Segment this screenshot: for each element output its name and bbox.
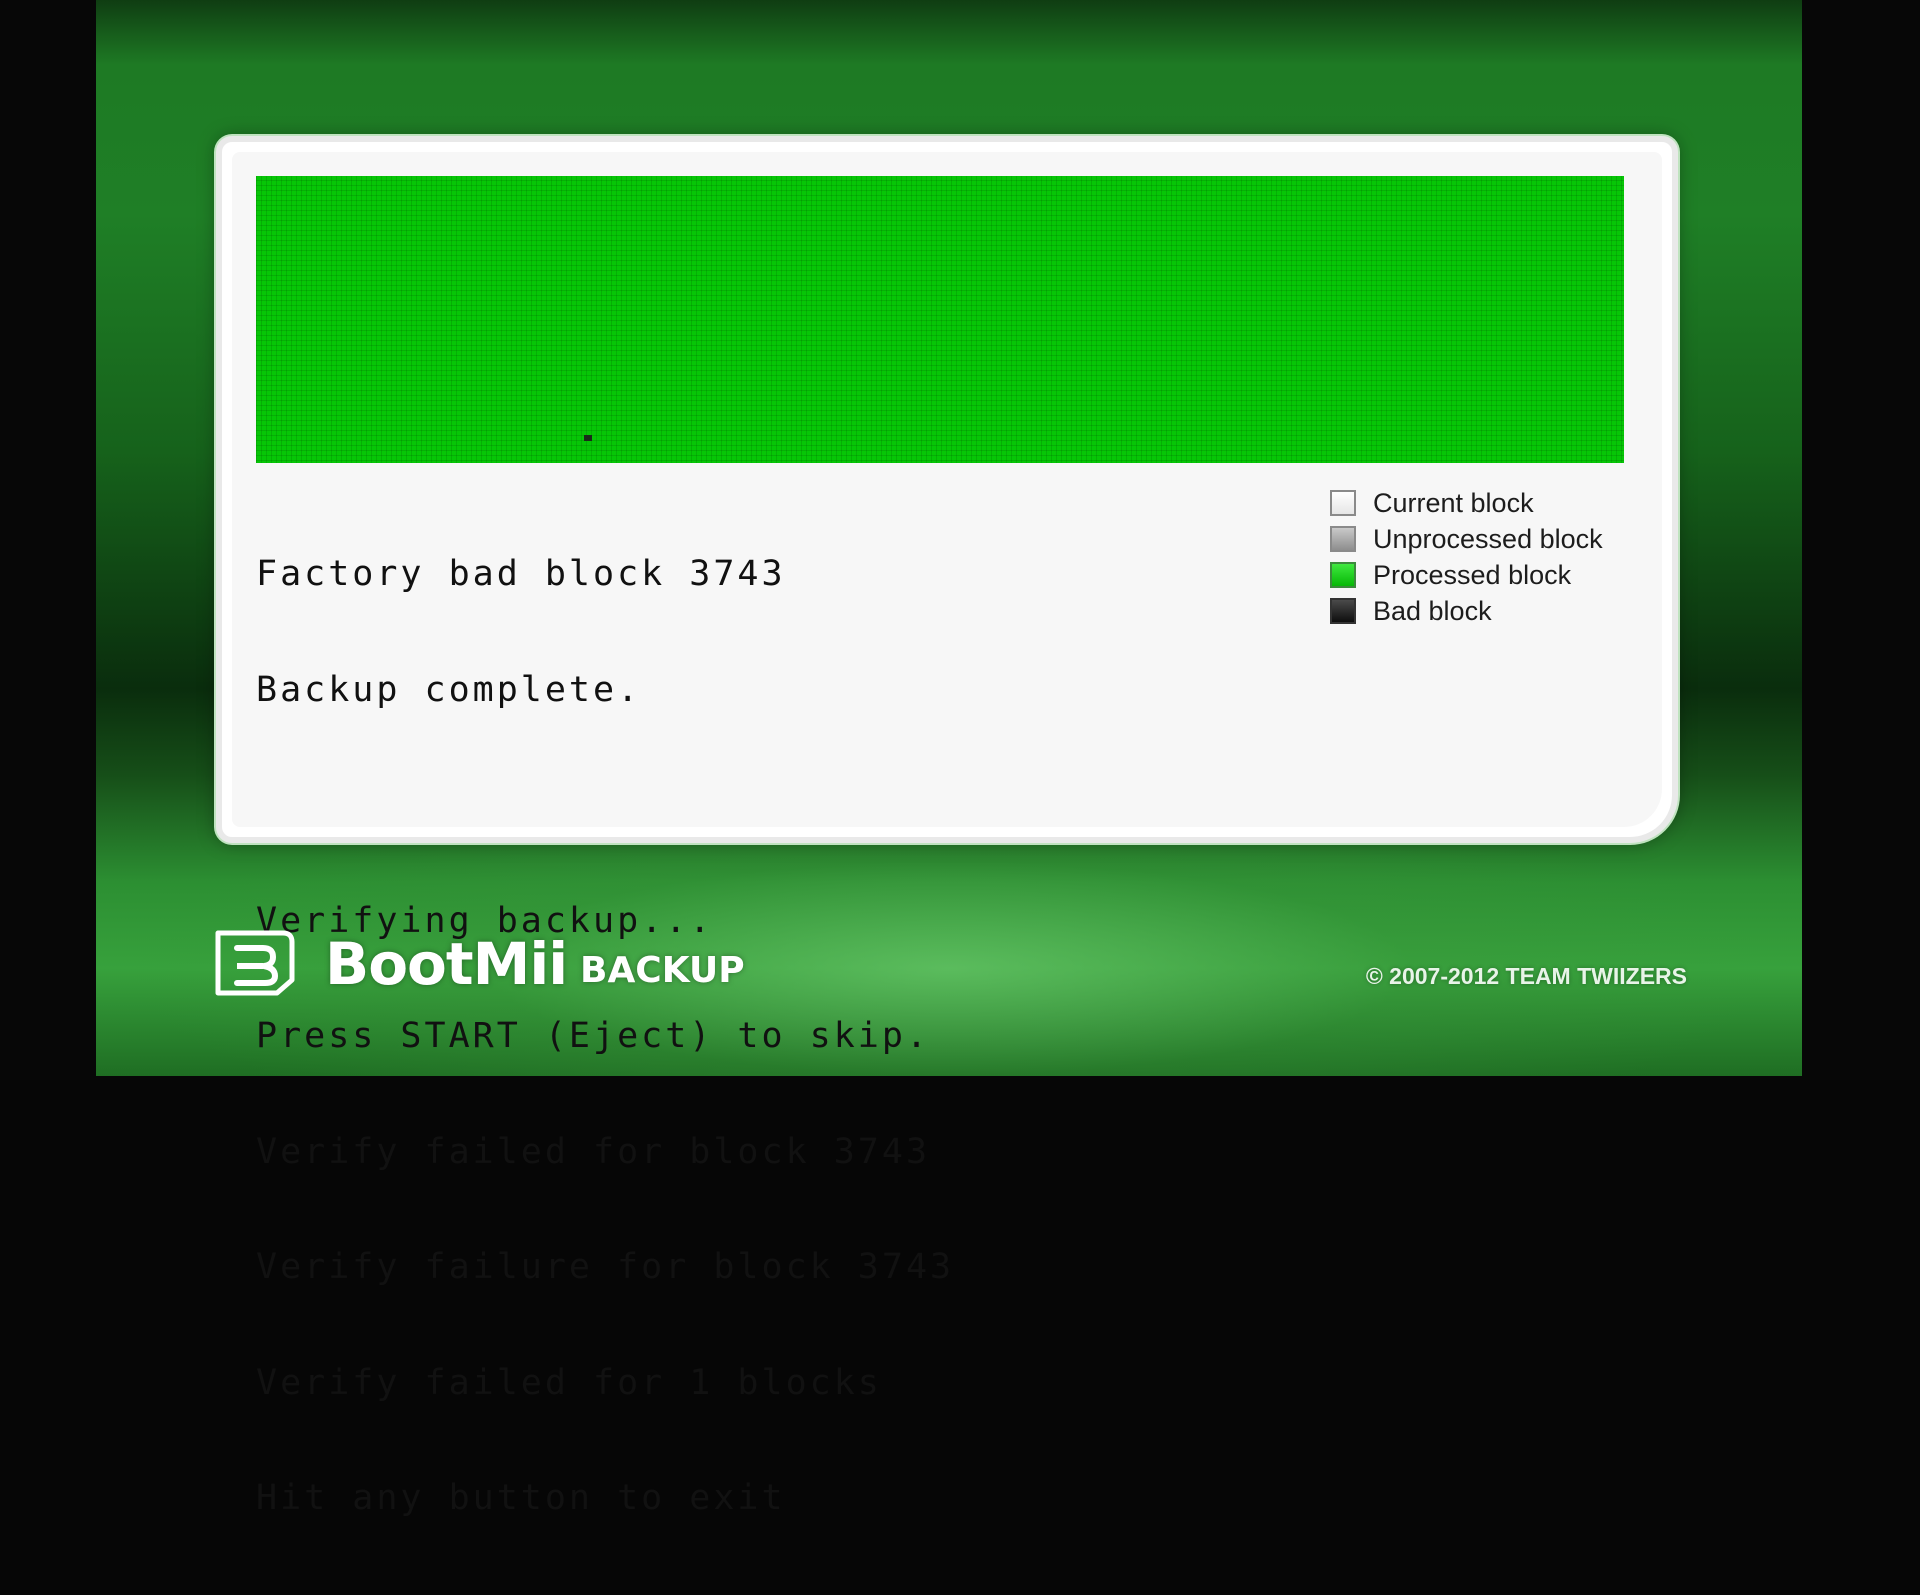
log-line: Verify failure for block 3743	[256, 1247, 955, 1287]
log-line: Verify failed for block 3743	[256, 1131, 931, 1172]
processed-block-swatch	[1330, 562, 1356, 588]
log-line: Factory bad block 3743	[256, 554, 786, 594]
block-legend: Current block Unprocessed block Processe…	[1330, 485, 1603, 629]
log-line: Hit any button to exit	[256, 1478, 786, 1518]
block-map	[256, 176, 1624, 463]
current-block-swatch	[1330, 490, 1356, 516]
legend-item-processed: Processed block	[1330, 557, 1603, 593]
legend-item-current: Current block	[1330, 485, 1603, 521]
log-line: Backup complete.	[256, 669, 642, 710]
unprocessed-block-swatch	[1330, 526, 1356, 552]
bad-block-marker	[584, 435, 592, 441]
status-log: Factory bad block 3743 Backup complete. …	[256, 478, 954, 1595]
bad-block-swatch	[1330, 598, 1356, 624]
legend-label: Unprocessed block	[1373, 523, 1603, 554]
brand-name: BootMii	[325, 930, 568, 998]
backup-panel: Factory bad block 3743 Backup complete. …	[216, 136, 1678, 1517]
legend-label: Processed block	[1373, 559, 1572, 590]
brand-subtitle: BACKUP	[580, 950, 745, 991]
legend-label: Current block	[1373, 487, 1534, 518]
legend-item-unprocessed: Unprocessed block	[1330, 521, 1603, 557]
screen: Factory bad block 3743 Backup complete. …	[0, 0, 1920, 1517]
copyright-text: © 2007-2012 TEAM TWIIZERS	[1365, 963, 1687, 989]
log-line: Verify failed for 1 blocks	[256, 1362, 882, 1403]
legend-item-bad: Bad block	[1330, 593, 1603, 629]
bootmii-logo-icon	[215, 930, 295, 996]
legend-label: Bad block	[1373, 595, 1492, 626]
backup-panel-inner: Factory bad block 3743 Backup complete. …	[232, 152, 1662, 1517]
log-line: Press START (Eject) to skip.	[256, 1016, 931, 1056]
